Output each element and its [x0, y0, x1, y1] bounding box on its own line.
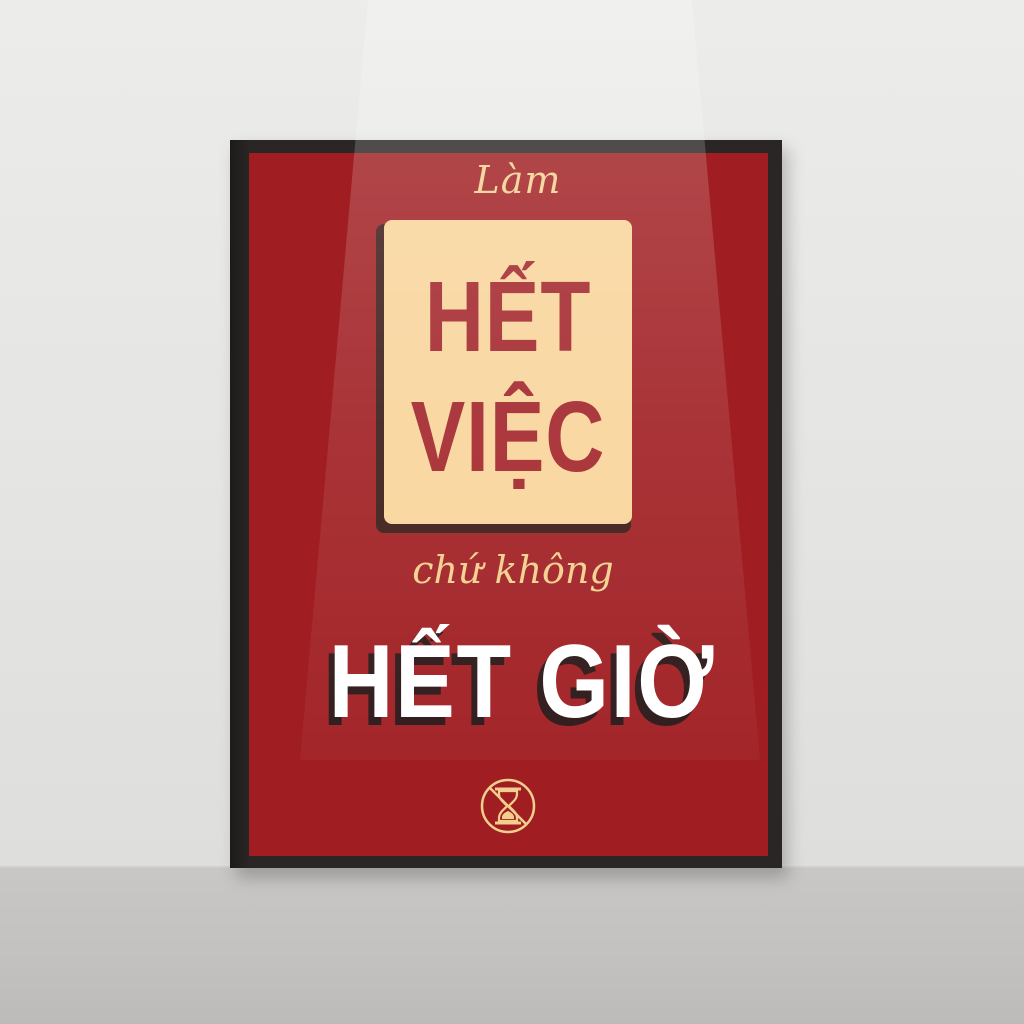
poster-text-het: HẾT: [424, 261, 592, 373]
frame-side: [230, 140, 250, 868]
no-hourglass-icon: [478, 776, 538, 836]
poster-text-chu-khong: chứ không: [412, 548, 614, 592]
poster-text-lam: Làm: [474, 158, 562, 202]
poster-text-het-gio: HẾT GIỜ: [328, 624, 716, 740]
floor: [0, 868, 1024, 1024]
poster-text-viec: VIỆC: [410, 381, 606, 493]
